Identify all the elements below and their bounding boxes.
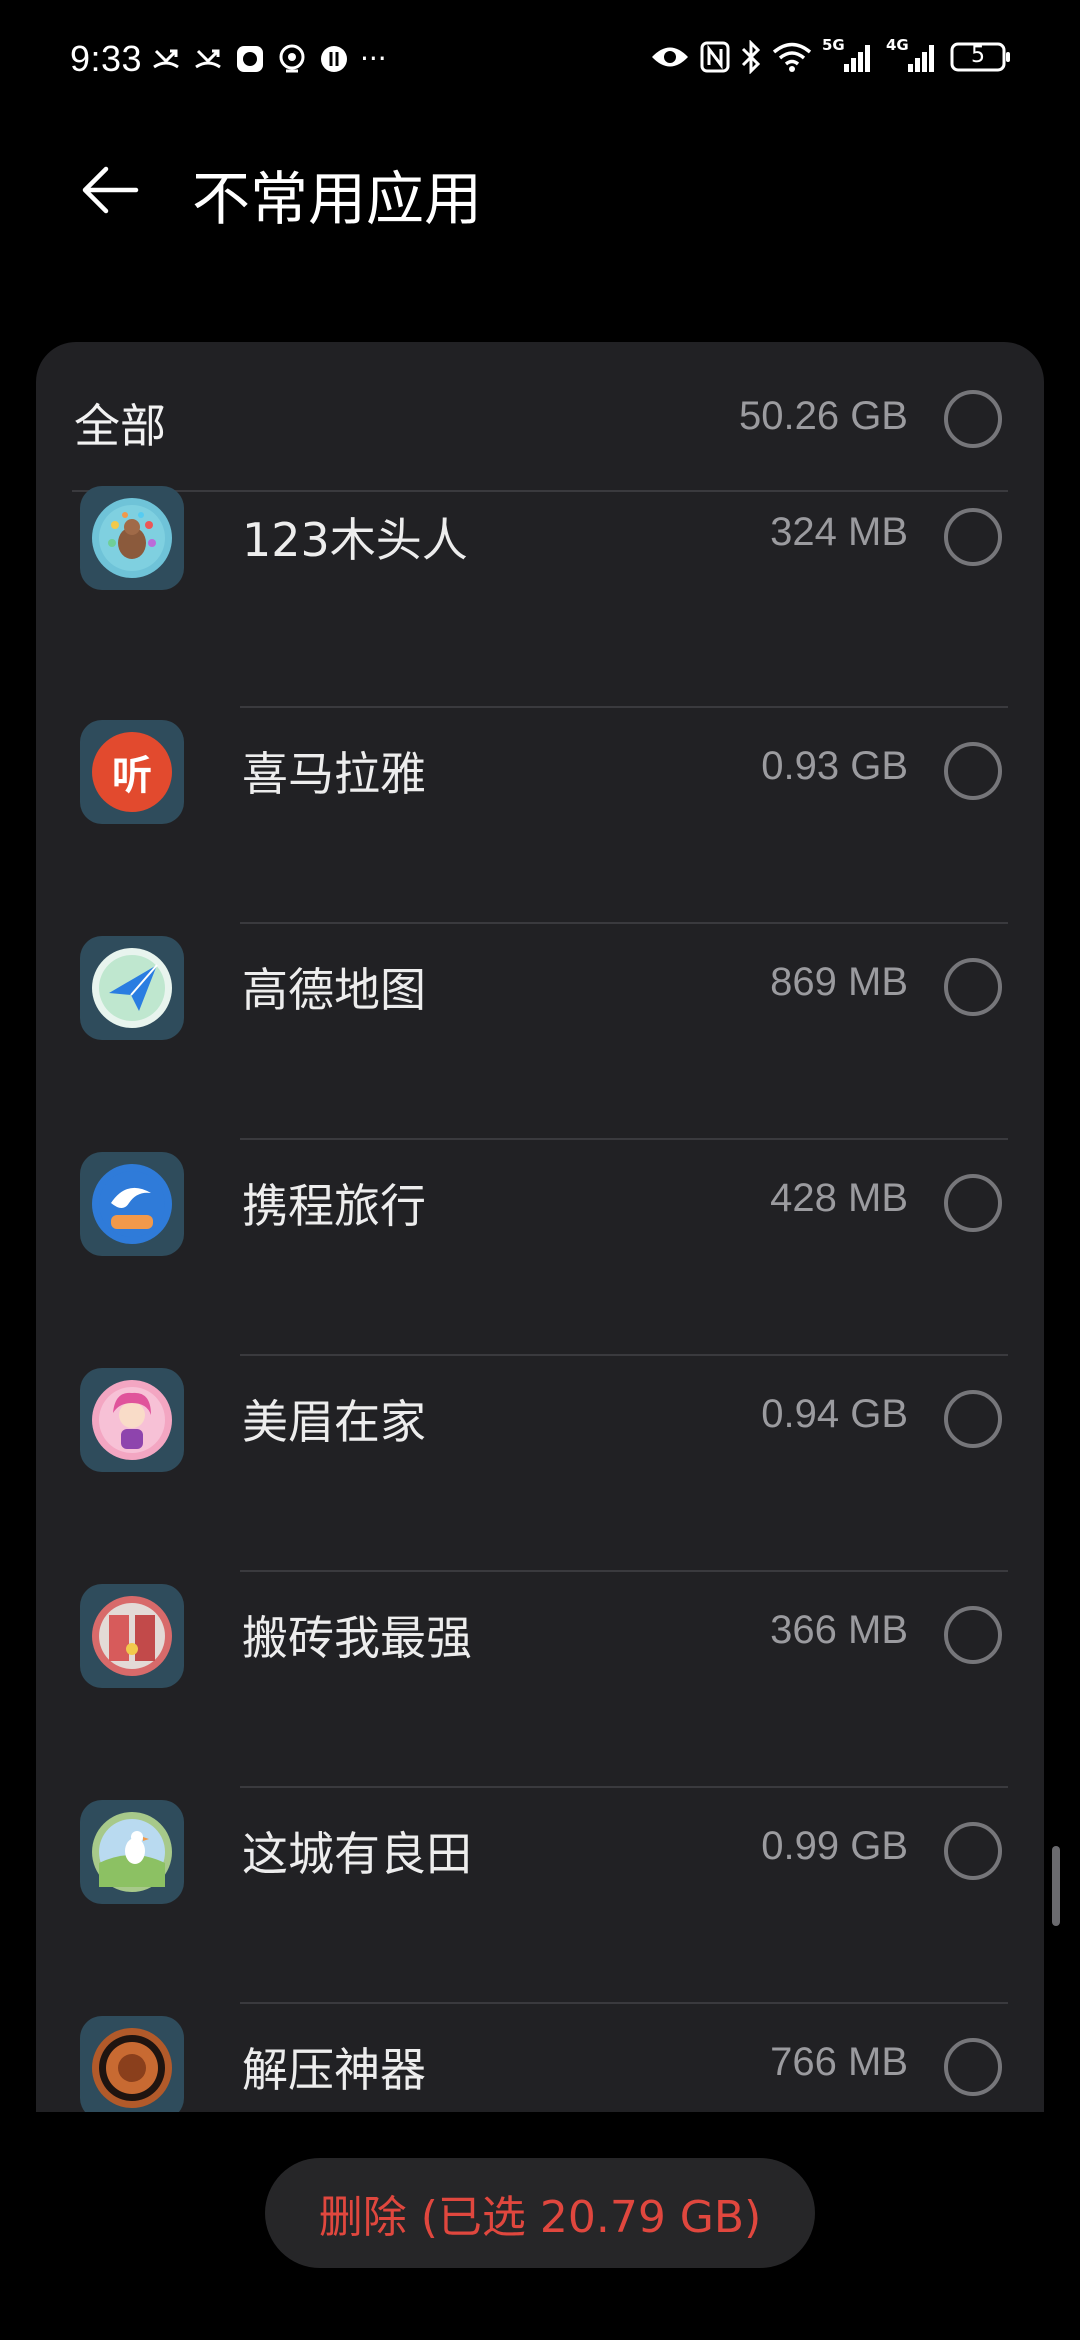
scrollbar[interactable] bbox=[1052, 1846, 1060, 1926]
app-checkbox[interactable] bbox=[944, 742, 1002, 800]
eye-comfort-icon bbox=[650, 42, 690, 72]
notification-icons: ··· bbox=[150, 42, 387, 75]
brick-game-icon bbox=[80, 1584, 184, 1688]
app-checkbox[interactable] bbox=[944, 1606, 1002, 1664]
back-arrow-icon bbox=[82, 166, 139, 214]
list-item[interactable]: 搬砖我最强 366 MB bbox=[36, 1572, 1044, 1788]
ctrip-icon bbox=[80, 1152, 184, 1256]
missed-call-icon bbox=[192, 43, 224, 75]
app-list-card: 全部 50.26 GB 123木头人 324 MB 听 喜马拉雅 0.93 GB bbox=[36, 342, 1044, 2112]
app-list: 123木头人 324 MB 听 喜马拉雅 0.93 GB 高德地图 869 MB bbox=[36, 486, 1044, 2112]
list-item[interactable]: 携程旅行 428 MB bbox=[36, 1140, 1044, 1356]
app-name: 解压神器 bbox=[242, 2043, 426, 2097]
app-name: 喜马拉雅 bbox=[242, 747, 426, 801]
page-title: 不常用应用 bbox=[192, 165, 483, 233]
app-name: 高德地图 bbox=[242, 963, 426, 1017]
app-size: 428 MB bbox=[770, 1176, 908, 1220]
nfc-icon bbox=[700, 41, 730, 73]
missed-call-icon bbox=[150, 43, 182, 75]
network-4g-label: 4G bbox=[886, 36, 909, 54]
app-notification-icon bbox=[234, 43, 266, 75]
app-name: 123木头人 bbox=[242, 513, 468, 567]
app-checkbox[interactable] bbox=[944, 2038, 1002, 2096]
bluetooth-icon bbox=[740, 40, 762, 74]
more-dots-icon: ··· bbox=[360, 42, 387, 75]
app-size: 0.93 GB bbox=[761, 744, 908, 788]
app-bar: 不常用应用 bbox=[0, 122, 1080, 252]
app-checkbox[interactable] bbox=[944, 1390, 1002, 1448]
app-size: 0.99 GB bbox=[761, 1824, 908, 1868]
app-name: 搬砖我最强 bbox=[242, 1611, 472, 1665]
app-size: 0.94 GB bbox=[761, 1392, 908, 1436]
app-notification-icon bbox=[318, 43, 350, 75]
turkey-game-icon bbox=[80, 486, 184, 590]
total-size: 50.26 GB bbox=[738, 394, 908, 438]
list-item[interactable]: 听 喜马拉雅 0.93 GB bbox=[36, 708, 1044, 924]
wifi-icon bbox=[772, 41, 812, 73]
app-name: 携程旅行 bbox=[242, 1179, 426, 1233]
delete-button[interactable]: 删除 (已选 20.79 GB) bbox=[265, 2158, 815, 2268]
app-size: 366 MB bbox=[770, 1608, 908, 1652]
app-checkbox[interactable] bbox=[944, 958, 1002, 1016]
girl-game-icon bbox=[80, 1368, 184, 1472]
ximalaya-glyph: 听 bbox=[92, 732, 172, 812]
select-all-checkbox[interactable] bbox=[944, 390, 1002, 448]
list-item[interactable]: 高德地图 869 MB bbox=[36, 924, 1044, 1140]
bottom-action-bar: 删除 (已选 20.79 GB) bbox=[0, 2112, 1080, 2340]
app-size: 766 MB bbox=[770, 2040, 908, 2084]
list-item[interactable]: 123木头人 324 MB bbox=[36, 486, 1044, 708]
anti-stress-icon bbox=[80, 2016, 184, 2112]
app-name: 美眉在家 bbox=[242, 1395, 426, 1449]
ximalaya-icon: 听 bbox=[80, 720, 184, 824]
app-checkbox[interactable] bbox=[944, 508, 1002, 566]
app-name: 这城有良田 bbox=[242, 1827, 472, 1881]
select-all-row[interactable]: 全部 50.26 GB bbox=[36, 342, 1044, 492]
app-checkbox[interactable] bbox=[944, 1822, 1002, 1880]
amap-icon bbox=[80, 936, 184, 1040]
list-item[interactable]: 解压神器 766 MB bbox=[36, 2004, 1044, 2112]
signal-5g-icon: 5G bbox=[822, 36, 876, 74]
app-notification-icon bbox=[276, 43, 308, 75]
system-icons: 5G 4G 5 bbox=[650, 36, 1012, 74]
app-size: 324 MB bbox=[770, 510, 908, 554]
app-size: 869 MB bbox=[770, 960, 908, 1004]
status-time: 9:33 bbox=[70, 38, 143, 79]
select-all-label: 全部 bbox=[74, 399, 166, 453]
network-5g-label: 5G bbox=[822, 36, 845, 54]
farm-game-icon bbox=[80, 1800, 184, 1904]
battery-level: 5 bbox=[971, 43, 985, 68]
app-checkbox[interactable] bbox=[944, 1174, 1002, 1232]
battery-icon: 5 bbox=[950, 41, 1012, 73]
status-bar: 9:33 ··· 5G 4G 5 bbox=[0, 0, 1080, 122]
back-button[interactable] bbox=[70, 150, 150, 230]
signal-4g-icon: 4G bbox=[886, 36, 940, 74]
list-item[interactable]: 美眉在家 0.94 GB bbox=[36, 1356, 1044, 1572]
list-item[interactable]: 这城有良田 0.99 GB bbox=[36, 1788, 1044, 2004]
